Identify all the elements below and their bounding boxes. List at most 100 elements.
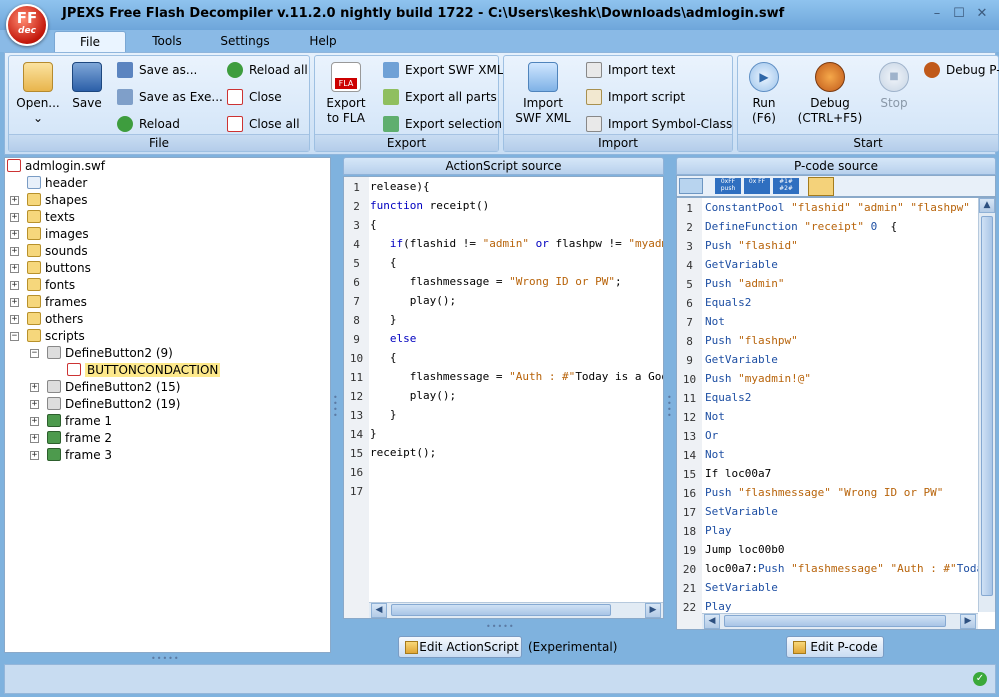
expand-frames-icon[interactable]: + bbox=[10, 298, 19, 307]
pcode-toolbar: 0xFF push 0x FF #1# #2# bbox=[676, 175, 996, 197]
expand-frame2-icon[interactable]: + bbox=[30, 434, 39, 443]
tree-root-swf[interactable]: admlogin.swf bbox=[7, 158, 105, 175]
code-line: else bbox=[389, 332, 417, 345]
open-button[interactable]: Open... ⌄ bbox=[13, 62, 63, 126]
tab-tools[interactable]: Tools bbox=[140, 31, 194, 52]
tree-node-buttons[interactable]: buttons bbox=[27, 260, 91, 277]
splitter-grip-vertical[interactable]: • • • • bbox=[667, 394, 673, 420]
export-all-parts-button[interactable]: Export all parts bbox=[383, 88, 497, 108]
constants-toggle[interactable]: #1# #2# bbox=[773, 178, 799, 194]
splitter-grip-horizontal[interactable]: ••••• bbox=[151, 654, 180, 663]
scroll-thumb-vertical[interactable] bbox=[981, 216, 993, 596]
save-as-label: Save as... bbox=[139, 63, 198, 77]
tree-node-buttoncondaction[interactable]: BUTTONCONDACTION bbox=[67, 362, 221, 379]
expand-others-icon[interactable]: + bbox=[10, 315, 19, 324]
splitter-grip-horizontal[interactable]: ••••• bbox=[486, 622, 515, 631]
expand-definebutton2-19-icon[interactable]: + bbox=[30, 400, 39, 409]
edit-pcode-label: Edit P-code bbox=[810, 640, 878, 654]
import-script-label: Import script bbox=[608, 90, 686, 104]
tree-node-frame1[interactable]: frame 1 bbox=[47, 413, 112, 430]
expand-fonts-icon[interactable]: + bbox=[10, 281, 19, 290]
scroll-thumb[interactable] bbox=[391, 604, 611, 616]
edit-actionscript-button[interactable]: Edit ActionScript bbox=[398, 636, 522, 658]
import-script-button[interactable]: Import script bbox=[586, 88, 685, 108]
tree-node-sounds[interactable]: sounds bbox=[27, 243, 88, 260]
pcode-vertical-scrollbar[interactable]: ▲ bbox=[978, 198, 995, 612]
scroll-up-icon[interactable]: ▲ bbox=[979, 198, 995, 213]
tab-help[interactable]: Help bbox=[300, 31, 346, 52]
expand-shapes-icon[interactable]: + bbox=[10, 196, 19, 205]
actionscript-editor[interactable]: 1 2 3 4 5 6 7 8 9 10 11 12 13 14 15 16 17 release){funct… bbox=[343, 176, 664, 619]
expand-sounds-icon[interactable]: + bbox=[10, 247, 19, 256]
hex-push-toggle[interactable]: 0xFF push bbox=[715, 178, 741, 194]
tree-node-definebutton2-9[interactable]: DefineButton2 (9) bbox=[47, 345, 173, 362]
line-number: 20 bbox=[682, 563, 697, 576]
tree-node-frame3[interactable]: frame 3 bbox=[47, 447, 112, 464]
debug-button[interactable]: Debug (CTRL+F5) bbox=[794, 62, 866, 126]
export-swf-xml-button[interactable]: Export SWF XML bbox=[383, 61, 504, 81]
tree-root-label: admlogin.swf bbox=[25, 159, 105, 173]
expand-images-icon[interactable]: + bbox=[10, 230, 19, 239]
tree-node-definebutton2-15[interactable]: DefineButton2 (15) bbox=[47, 379, 180, 396]
expand-texts-icon[interactable]: + bbox=[10, 213, 19, 222]
graph-view-icon[interactable] bbox=[679, 178, 703, 194]
hex-toggle[interactable]: 0x FF bbox=[744, 178, 770, 194]
scroll-thumb[interactable] bbox=[724, 615, 946, 627]
splitter-grip-vertical[interactable]: • • • • bbox=[333, 394, 339, 420]
export-to-fla-button[interactable]: FLA Export to FLA bbox=[321, 62, 371, 126]
tree-node-frames[interactable]: frames bbox=[27, 294, 87, 311]
expand-definebutton2-15-icon[interactable]: + bbox=[30, 383, 39, 392]
close-file-button[interactable]: Close bbox=[227, 88, 282, 108]
import-text-button[interactable]: Import text bbox=[586, 61, 675, 81]
tree-node-texts[interactable]: texts bbox=[27, 209, 75, 226]
minimize-button[interactable]: – bbox=[928, 6, 946, 22]
import-symbol-class-button[interactable]: Import Symbol-Class bbox=[586, 115, 732, 135]
folder-icon bbox=[27, 210, 41, 223]
tree-node-fonts[interactable]: fonts bbox=[27, 277, 75, 294]
line-number: 7 bbox=[686, 316, 693, 329]
import-script-icon bbox=[586, 89, 602, 105]
save-as-exe-button[interactable]: Save as Exe... bbox=[117, 88, 223, 108]
tree-node-header[interactable]: header bbox=[27, 175, 87, 192]
app-logo-icon[interactable]: FF dec bbox=[6, 4, 48, 46]
reload-all-button[interactable]: Reload all bbox=[227, 61, 308, 81]
tree-node-scripts[interactable]: scripts bbox=[27, 328, 85, 345]
reload-button[interactable]: Reload bbox=[117, 115, 180, 135]
tree-node-label: others bbox=[45, 312, 84, 326]
import-swf-xml-button[interactable]: Import SWF XML bbox=[512, 62, 574, 126]
actionscript-horizontal-scrollbar[interactable]: ◀ ▶ bbox=[369, 602, 663, 618]
swf-file-icon bbox=[7, 159, 21, 172]
line-number: 6 bbox=[353, 276, 360, 289]
resolve-constants-icon[interactable] bbox=[808, 177, 834, 196]
maximize-button[interactable]: ☐ bbox=[950, 6, 968, 22]
tree-node-images[interactable]: images bbox=[27, 226, 89, 243]
close-all-button[interactable]: Close all bbox=[227, 115, 300, 135]
expand-frame1-icon[interactable]: + bbox=[30, 417, 39, 426]
expand-frame3-icon[interactable]: + bbox=[30, 451, 39, 460]
tab-file[interactable]: File bbox=[54, 31, 126, 52]
run-button[interactable]: ▶ Run (F6) bbox=[744, 62, 784, 126]
tree-node-frame2[interactable]: frame 2 bbox=[47, 430, 112, 447]
collapse-scripts-icon[interactable]: − bbox=[10, 332, 19, 341]
expand-buttons-icon[interactable]: + bbox=[10, 264, 19, 273]
save-as-button[interactable]: Save as... bbox=[117, 61, 197, 81]
tree-node-definebutton2-19[interactable]: DefineButton2 (19) bbox=[47, 396, 180, 413]
collapse-definebutton2-9-icon[interactable]: − bbox=[30, 349, 39, 358]
tree-node-shapes[interactable]: shapes bbox=[27, 192, 87, 209]
pcode-editor[interactable]: 1 2 3 4 5 6 7 8 9 10 11 12 13 14 15 16 17 18 19 20 21 22 Cons… bbox=[676, 197, 996, 630]
save-button[interactable]: Save bbox=[67, 62, 107, 111]
close-window-button[interactable]: ✕ bbox=[973, 6, 991, 22]
debug-pcode-button[interactable]: Debug P- bbox=[924, 61, 999, 81]
scroll-right-icon[interactable]: ▶ bbox=[960, 614, 976, 629]
pcode-horizontal-scrollbar[interactable]: ◀ ▶ bbox=[702, 613, 978, 629]
scroll-right-icon[interactable]: ▶ bbox=[645, 603, 661, 618]
tree-node-others[interactable]: others bbox=[27, 311, 83, 328]
line-number: 15 bbox=[349, 447, 364, 460]
tab-settings[interactable]: Settings bbox=[214, 31, 276, 52]
code-line: Push "flashpw" bbox=[705, 334, 798, 347]
scroll-left-icon[interactable]: ◀ bbox=[371, 603, 387, 618]
stop-button[interactable]: ■ Stop bbox=[874, 62, 914, 111]
export-selection-button[interactable]: Export selection bbox=[383, 115, 502, 135]
edit-pcode-button[interactable]: Edit P-code bbox=[786, 636, 884, 658]
scroll-left-icon[interactable]: ◀ bbox=[704, 614, 720, 629]
